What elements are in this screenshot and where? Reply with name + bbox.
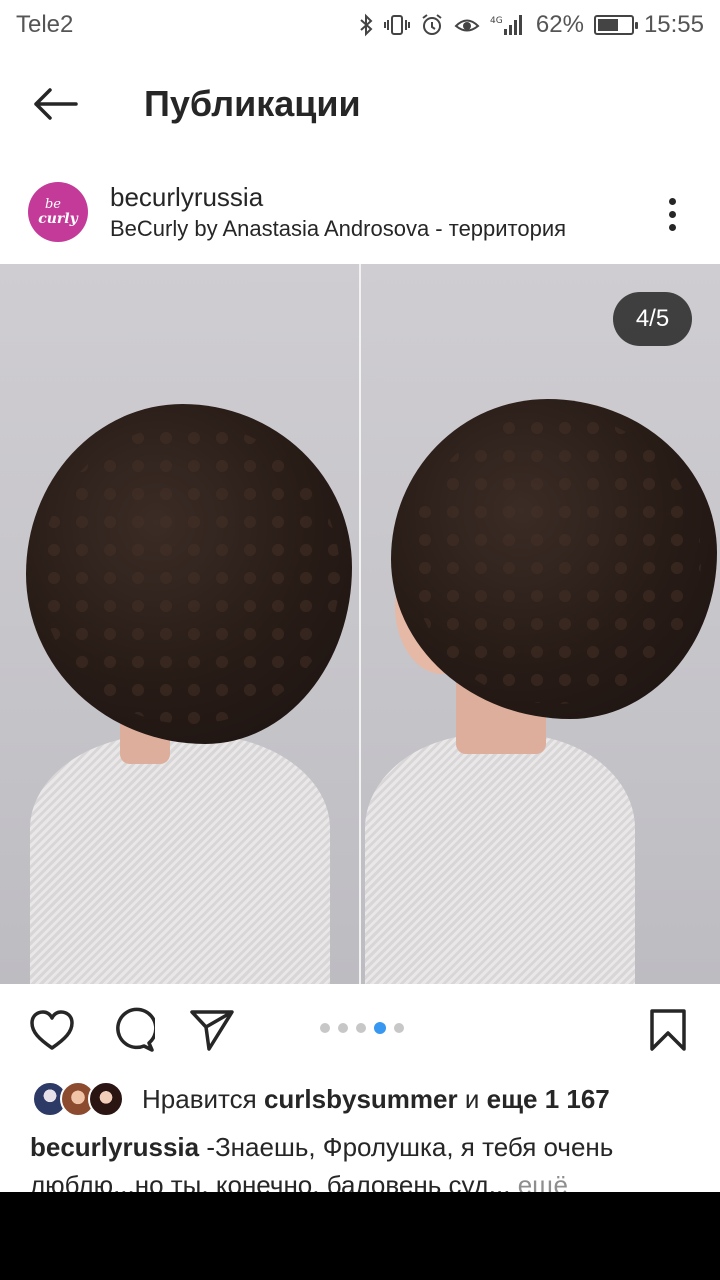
page-title: Публикации [144, 83, 361, 124]
status-icons: 4G 62% 15:55 [358, 11, 704, 39]
post-caption: becurlyrussia -Знаешь, Фролушка, я тебя … [30, 1128, 710, 1192]
carousel-indicator [320, 1022, 404, 1034]
clock: 15:55 [643, 11, 704, 38]
svg-text:4G: 4G [490, 16, 503, 26]
battery-level [597, 19, 618, 31]
save-button[interactable] [644, 1006, 692, 1054]
sweater [30, 734, 330, 984]
avatar-logo-text: be [44, 197, 61, 212]
avatar [88, 1081, 124, 1117]
liker-avatars [32, 1079, 128, 1119]
eye-comfort-icon [454, 13, 480, 37]
image-counter-badge: 4/5 [613, 292, 692, 346]
sweater [365, 734, 635, 984]
4g-signal-icon: 4G [490, 13, 526, 37]
carousel-dot [356, 1023, 366, 1033]
like-button[interactable] [28, 1006, 76, 1054]
carousel-dot [394, 1023, 404, 1033]
alarm-icon [420, 13, 444, 37]
post-image[interactable]: 4/5 [0, 264, 720, 984]
bookmark-icon [650, 1009, 686, 1051]
caption-username[interactable]: becurlyrussia [30, 1132, 199, 1162]
share-button[interactable] [188, 1006, 236, 1054]
more-icon [668, 210, 676, 218]
system-navigation-bar [0, 1192, 720, 1280]
likes-row[interactable]: Нравится curlsbysummer и еще 1 167 [32, 1078, 712, 1120]
back-button[interactable] [0, 62, 110, 146]
post-location[interactable]: BeCurly by Anastasia Androsova - террито… [110, 216, 566, 242]
more-icon [668, 197, 676, 205]
back-arrow-icon [34, 88, 78, 120]
battery-icon [593, 15, 638, 35]
more-options-button[interactable] [648, 190, 696, 238]
likes-prefix: Нравится [142, 1083, 257, 1114]
photo-back-view [0, 264, 359, 984]
likes-conj: и [464, 1083, 480, 1114]
carousel-dot [338, 1023, 348, 1033]
comment-button[interactable] [108, 1006, 156, 1054]
carousel-dot-active [374, 1022, 386, 1034]
photo-side-view [361, 264, 720, 984]
bluetooth-icon [358, 13, 374, 37]
post-username[interactable]: becurlyrussia [110, 182, 263, 213]
heart-icon [30, 1010, 74, 1050]
post-header: be curly becurlyrussia BeCurly by Anasta… [0, 172, 720, 254]
app-header: Публикации [0, 62, 720, 146]
caption-more-link[interactable]: ещё [510, 1170, 568, 1192]
likes-text: Нравится curlsbysummer и еще 1 167 [142, 1084, 610, 1115]
post-actions [0, 996, 720, 1064]
vibrate-icon [383, 13, 410, 37]
avatar-logo-text: curly [38, 211, 78, 227]
liker-username[interactable]: curlsbysummer [264, 1084, 458, 1114]
status-bar: Tele2 4G 62% 15:55 [0, 0, 720, 50]
comment-icon [116, 1007, 155, 1052]
hair-curls [40, 424, 340, 724]
carrier-name: Tele2 [16, 11, 74, 38]
battery-percent: 62% [535, 11, 584, 38]
hair-curls [411, 414, 701, 704]
share-icon [190, 1010, 234, 1051]
likes-count[interactable]: еще 1 167 [487, 1084, 610, 1114]
more-icon [668, 223, 676, 231]
carousel-dot [320, 1023, 330, 1033]
avatar[interactable]: be curly [28, 182, 88, 242]
